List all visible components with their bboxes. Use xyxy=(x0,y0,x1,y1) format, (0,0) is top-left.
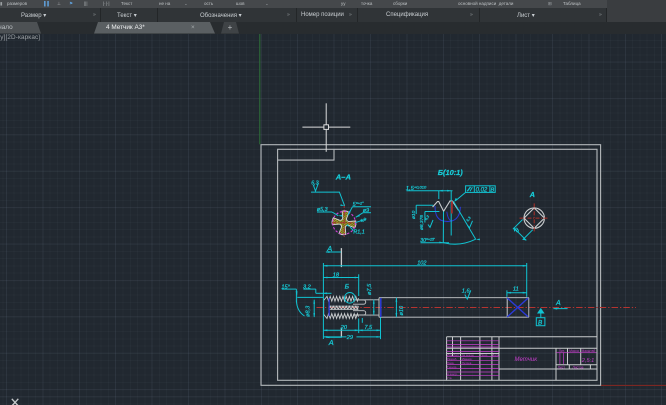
svg-text:А: А xyxy=(555,300,561,307)
svg-text:7,5: 7,5 xyxy=(364,324,373,330)
svg-text:6,3: 6,3 xyxy=(311,180,319,186)
svg-text:В: В xyxy=(538,319,543,326)
svg-text:Масштаб: Масштаб xyxy=(582,348,596,352)
svg-text:6,3: 6,3 xyxy=(466,215,472,221)
svg-text:Подп.: Подп. xyxy=(481,353,489,357)
svg-text:2,5:1: 2,5:1 xyxy=(581,358,594,364)
svg-text:В: В xyxy=(491,187,495,193)
svg-text:Б: Б xyxy=(345,283,350,290)
svg-text:Лит.: Лит. xyxy=(559,348,565,352)
svg-text:3,2: 3,2 xyxy=(303,284,312,290)
svg-text:15°: 15° xyxy=(281,284,290,290)
svg-text:Т.контр.: Т.контр. xyxy=(447,365,457,369)
svg-text:ø8,3: ø8,3 xyxy=(305,304,311,316)
svg-text:ø9: ø9 xyxy=(363,207,369,213)
svg-text:А: А xyxy=(529,190,535,199)
svg-text:8: 8 xyxy=(514,227,521,234)
svg-text:Петров: Петров xyxy=(462,361,472,365)
svg-text:А–А: А–А xyxy=(335,172,351,181)
svg-text:29: 29 xyxy=(346,335,353,341)
svg-text:ø7,5: ø7,5 xyxy=(367,282,373,294)
svg-text:ø10: ø10 xyxy=(399,304,405,315)
svg-text:А: А xyxy=(328,338,334,347)
svg-text:ø10: ø10 xyxy=(411,210,417,219)
svg-text:Дата: Дата xyxy=(492,353,499,357)
svg-text:ø5,3: ø5,3 xyxy=(317,207,328,213)
svg-text:Листов: Листов xyxy=(572,365,583,369)
svg-text:0.02: 0.02 xyxy=(476,187,488,193)
svg-text:Метчик: Метчик xyxy=(515,357,539,363)
svg-text:20: 20 xyxy=(340,324,348,330)
svg-text:Лист: Лист xyxy=(558,365,566,369)
svg-text:18: 18 xyxy=(333,272,340,278)
svg-text:R1,1: R1,1 xyxy=(353,229,364,235)
svg-text:А: А xyxy=(326,243,332,252)
svg-text:102: 102 xyxy=(417,260,427,266)
svg-text:6,3: 6,3 xyxy=(360,216,368,223)
svg-text:Масса: Масса xyxy=(569,348,579,352)
svg-text:Б(10:1): Б(10:1) xyxy=(438,168,463,177)
svg-text:Утв.: Утв. xyxy=(447,375,453,379)
svg-text:1,6: 1,6 xyxy=(462,288,471,294)
svg-text:11: 11 xyxy=(513,286,519,292)
